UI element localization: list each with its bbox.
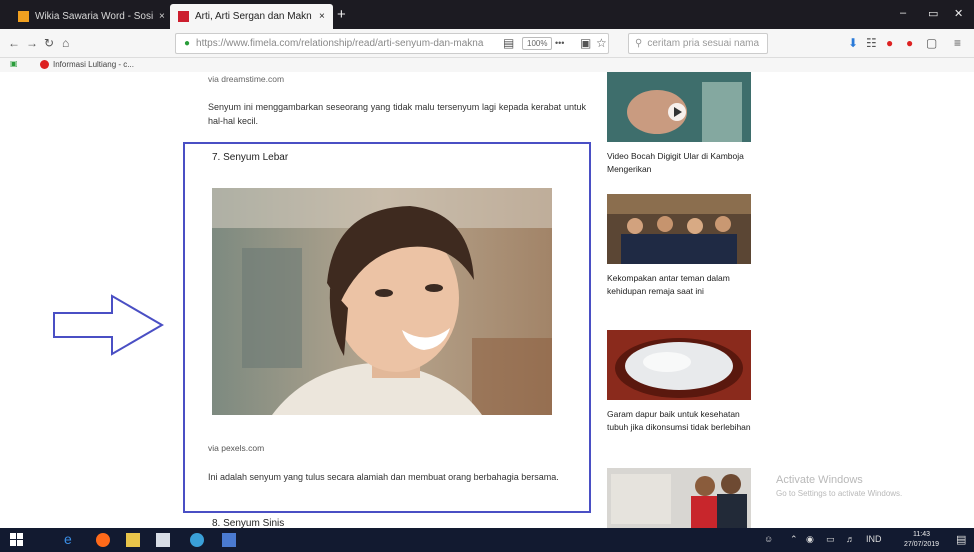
back-icon[interactable]: ← xyxy=(8,36,20,50)
notifications-icon[interactable]: ▤ xyxy=(956,533,966,546)
next-section-heading: 8. Senyum Sinis xyxy=(212,518,285,528)
tab-1[interactable]: Wikia Sawaria Word - Sosia × xyxy=(10,4,173,29)
activate-windows-watermark: Activate Windows Go to Settings to activ… xyxy=(776,474,902,498)
bookmark-label: Informasi Lultiang - c... xyxy=(53,60,134,69)
related-caption: Kekompakan antar teman dalam kehidupan r… xyxy=(607,273,730,296)
page-actions-icon[interactable]: ••• xyxy=(555,38,564,48)
related-thumbnail xyxy=(607,72,751,142)
bookmark-favicon-icon xyxy=(40,60,49,69)
watermark-subtitle: Go to Settings to activate Windows. xyxy=(776,489,903,498)
search-bar[interactable]: ⚲ ceritam pria sesuai nama xyxy=(628,33,768,54)
app-icon[interactable] xyxy=(190,533,204,547)
tab-favicon-icon xyxy=(18,11,29,22)
firefox-icon[interactable] xyxy=(96,533,110,547)
zoom-indicator[interactable]: 100% xyxy=(522,37,553,50)
minimize-button[interactable]: – xyxy=(900,7,906,19)
tab-2[interactable]: Arti, Arti Sergan dan Makn × xyxy=(170,4,333,29)
tab-title: Wikia Sawaria Word - Sosia xyxy=(35,11,153,22)
tab-favicon-icon xyxy=(178,11,189,22)
new-tab-button[interactable]: + xyxy=(337,6,346,23)
tab-title: Arti, Arti Sergan dan Makn xyxy=(195,11,312,22)
clock[interactable]: 11:43 27/07/2019 xyxy=(904,530,939,550)
volume-icon[interactable]: ♬ xyxy=(846,534,855,544)
forward-icon[interactable]: → xyxy=(26,36,38,50)
bookmark-folder-icon[interactable]: ▣ xyxy=(10,59,18,68)
reader-view-icon[interactable]: ▤ xyxy=(503,36,514,50)
highlight-box xyxy=(183,142,591,513)
related-item[interactable] xyxy=(607,468,751,528)
watermark-title: Activate Windows xyxy=(776,474,863,486)
bookmark-star-icon[interactable]: ☆ xyxy=(596,36,607,50)
right-arrow-icon xyxy=(52,294,166,361)
people-icon[interactable]: ☺ xyxy=(764,534,773,544)
close-window-button[interactable]: ✕ xyxy=(954,7,963,20)
battery-icon[interactable]: ▭ xyxy=(826,534,835,545)
clock-time: 11:43 xyxy=(913,531,931,538)
library-icon[interactable]: ☷ xyxy=(866,36,877,50)
related-thumbnail xyxy=(607,468,751,528)
language-indicator[interactable]: IND xyxy=(866,534,882,544)
taskbar: e ☺ ⌃ ◉ ▭ ♬ IND 11:43 27/07/2019 ▤ xyxy=(0,528,974,552)
app-2-icon[interactable] xyxy=(222,533,236,547)
tab-close-icon[interactable]: × xyxy=(319,11,325,22)
bookmarks-bar: ▣ Informasi Lultiang - c... xyxy=(0,58,974,72)
related-item[interactable]: Garam dapur baik untuk kesehatan tubuh j… xyxy=(607,330,751,434)
search-input: ceritam pria sesuai nama xyxy=(647,38,760,49)
related-caption: Garam dapur baik untuk kesehatan tubuh j… xyxy=(607,409,751,432)
related-caption: Video Bocah Digigit Ular di Kamboja Meng… xyxy=(607,151,744,174)
nav-bar: ← → ↻ ⌂ ● https://www.fimela.com/relatio… xyxy=(0,29,974,58)
lock-icon: ● xyxy=(184,38,191,49)
pocket-icon[interactable]: ▣ xyxy=(580,36,591,50)
tab-bar: Wikia Sawaria Word - Sosia × Arti, Arti … xyxy=(0,0,974,29)
related-thumbnail xyxy=(607,330,751,400)
extension-1-icon[interactable]: ● xyxy=(886,36,893,50)
file-explorer-icon[interactable] xyxy=(126,533,140,547)
network-icon[interactable]: ◉ xyxy=(806,534,814,545)
related-item[interactable]: Video Bocah Digigit Ular di Kamboja Meng… xyxy=(607,72,751,176)
home-icon[interactable]: ⌂ xyxy=(62,36,69,50)
menu-icon[interactable]: ≡ xyxy=(954,36,961,50)
related-thumbnail xyxy=(607,194,751,264)
image-credit-top: via dreamstime.com xyxy=(208,74,285,84)
sidebar-icon[interactable]: ▢ xyxy=(926,36,937,50)
extension-2-icon[interactable]: ● xyxy=(906,36,913,50)
maximize-button[interactable]: ▭ xyxy=(928,7,938,20)
article-paragraph: Senyum ini menggambarkan seseorang yang … xyxy=(208,102,586,126)
show-hidden-icons-icon[interactable]: ⌃ xyxy=(790,534,798,545)
store-icon[interactable] xyxy=(156,533,170,547)
clock-date: 27/07/2019 xyxy=(904,541,940,548)
edge-icon[interactable]: e xyxy=(64,531,78,547)
search-icon: ⚲ xyxy=(635,38,643,49)
page-content: via dreamstime.com Senyum ini menggambar… xyxy=(0,72,974,528)
url-text: https://www.fimela.com/relationship/read… xyxy=(196,38,484,49)
start-windows-icon[interactable] xyxy=(10,533,24,547)
bookmark-item[interactable]: Informasi Lultiang - c... xyxy=(40,60,134,69)
tab-close-icon[interactable]: × xyxy=(159,11,165,22)
related-item[interactable]: Kekompakan antar teman dalam kehidupan r… xyxy=(607,194,751,298)
reload-icon[interactable]: ↻ xyxy=(44,36,54,50)
download-icon[interactable]: ⬇ xyxy=(848,36,858,50)
